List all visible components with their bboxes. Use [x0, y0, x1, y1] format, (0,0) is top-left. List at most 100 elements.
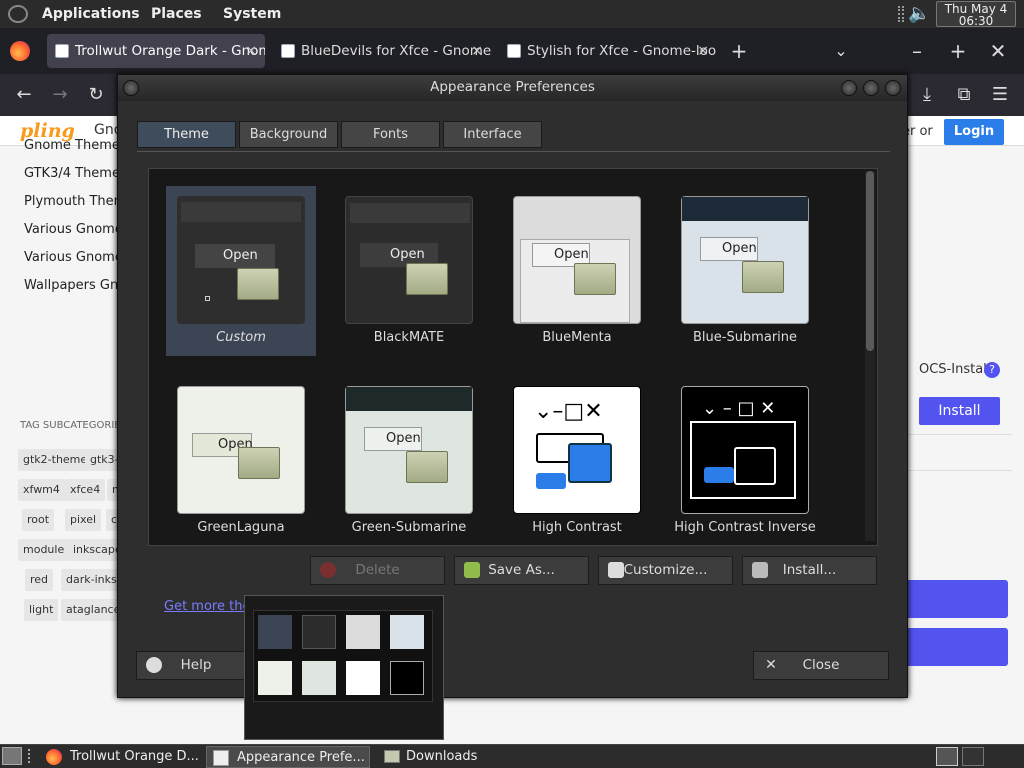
taskbar-item-firefox[interactable]: Trollwut Orange D...	[40, 746, 200, 768]
theme-name: Custom	[216, 330, 266, 345]
mate-logo-icon[interactable]	[8, 5, 28, 23]
preview-titlebar	[346, 387, 472, 411]
browser-tab-bluedevils[interactable]: BlueDevils for Xfce - Gnome-look.org ×	[273, 34, 491, 68]
places-menu[interactable]: Places	[151, 0, 202, 28]
ocs-install-label: OCS-Install	[919, 362, 991, 377]
tab-fonts[interactable]: Fonts	[341, 121, 440, 148]
workspace-switcher[interactable]	[936, 747, 958, 766]
close-button[interactable]	[885, 80, 901, 96]
clock[interactable]: Thu May 4 06:30	[936, 1, 1016, 27]
folder-icon	[406, 451, 448, 483]
maximize-window-icon[interactable]: +	[943, 28, 973, 74]
app-menu-icon[interactable]: ☰	[985, 74, 1015, 116]
tag-chip[interactable]: xfwm4	[18, 479, 65, 501]
install-theme-button[interactable]: Install...	[742, 556, 877, 585]
theme-list-scrollbar[interactable]	[865, 171, 875, 541]
workspace-switcher[interactable]	[962, 747, 984, 766]
checkbox-icon	[205, 296, 210, 301]
tab-title: Stylish for Xfce - Gnome-look.org	[527, 43, 717, 59]
theme-item-blue-submarine[interactable]: Open Blue-Submarine	[670, 186, 820, 356]
tag-chip[interactable]: root	[22, 509, 55, 531]
thumb-preview	[302, 661, 336, 695]
tab-close-icon[interactable]: ×	[697, 34, 709, 68]
theme-item-high-contrast[interactable]: ⌄–□✕ High Contrast	[502, 376, 652, 546]
theme-item-greenlaguna[interactable]: Open GreenLaguna	[166, 376, 316, 546]
tab-divider	[137, 151, 890, 152]
save-as-button[interactable]: Save As...	[454, 556, 589, 585]
extensions-icon[interactable]: ⧉	[949, 74, 979, 116]
theme-preview: Open	[345, 386, 473, 514]
tab-close-icon[interactable]: ×	[245, 34, 257, 68]
close-dialog-button[interactable]: ✕ Close	[753, 651, 889, 680]
new-tab-button[interactable]: +	[724, 28, 754, 74]
theme-item-blackmate[interactable]: Open BlackMATE	[334, 186, 484, 356]
firefox-menu-icon[interactable]	[10, 41, 30, 61]
theme-preview: ⌄–□✕	[513, 386, 641, 514]
help-circle-icon[interactable]: ?	[984, 362, 1000, 378]
minimize-button[interactable]	[841, 80, 857, 96]
purple-action-button[interactable]	[904, 580, 1008, 618]
taskbar-item-downloads[interactable]: Downloads	[376, 746, 544, 768]
theme-item-bluementa[interactable]: Open BlueMenta	[502, 186, 652, 356]
close-icon: ✕	[765, 657, 777, 673]
tab-list-chevron-icon[interactable]: ⌄	[826, 28, 856, 74]
firefox-icon	[46, 749, 62, 765]
tag-chip[interactable]: light	[24, 599, 59, 621]
minimize-window-icon[interactable]: –	[902, 28, 932, 74]
preview-open-label: Open	[386, 431, 421, 446]
tag-chip[interactable]: red	[25, 569, 54, 591]
install-button[interactable]: Install	[919, 397, 1000, 425]
window-menu-button[interactable]	[123, 80, 139, 96]
theme-name: BlackMATE	[373, 330, 445, 345]
show-desktop-icon[interactable]	[2, 747, 22, 765]
tab-theme[interactable]: Theme	[137, 121, 236, 148]
tab-favicon-icon	[281, 44, 295, 58]
theme-name: High Contrast Inverse	[674, 520, 816, 535]
scrollbar-thumb[interactable]	[866, 171, 874, 351]
tag-chip[interactable]: ataglance	[61, 599, 126, 621]
sidebar-link[interactable]: GTK3/4 Themes	[24, 166, 127, 181]
tab-interface[interactable]: Interface	[443, 121, 542, 148]
tag-chip[interactable]: gtk2-theme	[18, 449, 93, 471]
purple-action-button[interactable]	[904, 628, 1008, 666]
forward-arrow-icon[interactable]: →	[45, 74, 75, 116]
panel-handle-icon	[28, 749, 31, 763]
theme-item-custom[interactable]: Open Custom	[166, 186, 316, 356]
preview-open-label: Open	[223, 248, 258, 263]
applications-menu[interactable]: Applications	[42, 0, 140, 28]
customize-icon	[608, 562, 624, 578]
browser-tab-strip: Trollwut Orange Dark - Gnome-look.org × …	[0, 28, 1024, 74]
downloads-icon[interactable]: ⤓	[912, 74, 942, 116]
login-button[interactable]: Login	[944, 119, 1004, 145]
theme-item-green-submarine[interactable]: Open Green-Submarine	[334, 376, 484, 546]
folder-icon	[568, 443, 612, 483]
taskbar-item-appearance[interactable]: Appearance Prefe...	[206, 746, 370, 768]
theme-name: GreenLaguna	[197, 520, 285, 535]
thumb-preview	[390, 615, 424, 649]
close-window-icon[interactable]: ✕	[983, 28, 1013, 74]
preview-titlebar	[181, 202, 301, 222]
delete-button[interactable]: Delete	[310, 556, 445, 585]
sidebar-link[interactable]: Gnome Themes	[24, 138, 127, 153]
tag-chip[interactable]: module	[18, 539, 70, 561]
browser-tab-trollwut[interactable]: Trollwut Orange Dark - Gnome-look.org ×	[47, 34, 265, 68]
theme-item-high-contrast-inverse[interactable]: ⌄ – □ ✕ High Contrast Inverse	[670, 376, 820, 546]
tab-background[interactable]: Background	[239, 121, 338, 148]
panel-handle-icon	[898, 6, 904, 22]
volume-icon[interactable]: 🔈	[908, 3, 930, 25]
theme-preview: Open	[681, 196, 809, 324]
theme-name: Blue-Submarine	[692, 330, 798, 345]
tab-close-icon[interactable]: ×	[471, 34, 483, 68]
help-button[interactable]: Help	[136, 651, 256, 680]
folder-icon	[734, 447, 776, 485]
tag-chip[interactable]: xfce4	[65, 479, 106, 501]
reload-icon[interactable]: ↻	[81, 74, 111, 116]
maximize-button[interactable]	[863, 80, 879, 96]
system-menu[interactable]: System	[223, 0, 281, 28]
window-thumbnail-preview[interactable]	[244, 595, 444, 740]
tag-chip[interactable]: pixel	[65, 509, 102, 531]
back-arrow-icon[interactable]: ←	[9, 74, 39, 116]
browser-tab-stylish[interactable]: Stylish for Xfce - Gnome-look.org ×	[499, 34, 717, 68]
dialog-titlebar[interactable]: Appearance Preferences	[118, 75, 907, 101]
customize-button[interactable]: Customize...	[598, 556, 733, 585]
